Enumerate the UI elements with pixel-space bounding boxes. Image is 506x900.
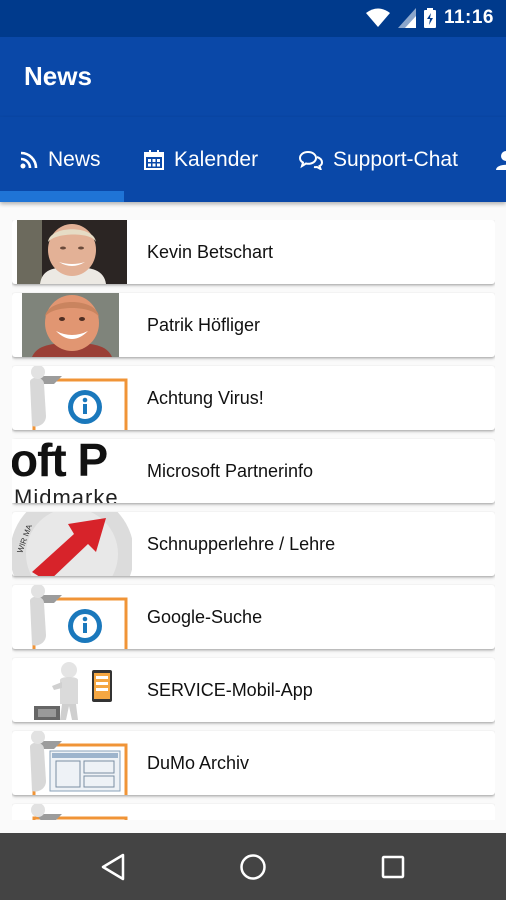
home-button[interactable] [223, 833, 283, 900]
signal-icon [397, 8, 416, 28]
thumbnail: WIR MA [12, 512, 132, 576]
news-item[interactable]: Achtung Virus! [12, 366, 495, 430]
calendar-icon [144, 149, 164, 170]
tab-label: Support-Chat [333, 147, 458, 171]
news-item[interactable] [12, 804, 495, 820]
battery-icon [423, 8, 436, 28]
news-list[interactable]: Kevin Betschart Patrik Höfliger Achtung … [12, 220, 495, 820]
news-item-title: Kevin Betschart [147, 242, 274, 262]
thumb-logo-text: oft P [12, 439, 108, 486]
news-item-title: Schnupperlehre / Lehre [147, 534, 336, 554]
thumbnail [12, 658, 132, 722]
news-item-title: Microsoft Partnerinfo [147, 461, 314, 481]
thumbnail [12, 293, 132, 357]
tab-label: News [48, 147, 101, 171]
app-bar: News [0, 37, 506, 117]
thumbnail [12, 804, 132, 820]
tab-kalender[interactable]: Kalender [144, 117, 258, 202]
news-item[interactable]: DuMo Archiv [12, 731, 495, 795]
news-item[interactable]: Kevin Betschart [12, 220, 495, 284]
tab-person[interactable] [496, 117, 506, 202]
clock: 11:16 [443, 7, 494, 28]
news-item[interactable]: Patrik Höfliger [12, 293, 495, 357]
chat-icon [299, 150, 323, 170]
news-item-title: DuMo Archiv [147, 753, 250, 773]
recents-icon [381, 855, 405, 878]
thumbnail [12, 585, 132, 649]
wifi-icon [365, 8, 390, 27]
navigation-bar [0, 833, 506, 900]
recents-button[interactable] [363, 833, 423, 900]
news-item-title: Achtung Virus! [147, 388, 264, 408]
back-icon [101, 853, 125, 880]
news-item[interactable]: WIR MA Schnupperlehre / Lehre [12, 512, 495, 576]
news-item-title: Patrik Höfliger [147, 315, 261, 335]
news-item[interactable]: oft P Midmarke Microsoft Partnerinfo [12, 439, 495, 503]
news-item[interactable]: SERVICE-Mobil-App [12, 658, 495, 722]
tab-indicator [0, 191, 124, 202]
tab-label: Kalender [174, 147, 259, 171]
news-item[interactable]: Google-Suche [12, 585, 495, 649]
tab-news[interactable]: News [20, 117, 101, 202]
tab-bar: News Kalender Support-Chat [0, 117, 506, 202]
tab-support-chat[interactable]: Support-Chat [299, 117, 458, 202]
home-icon [240, 853, 266, 880]
news-item-title: SERVICE-Mobil-App [147, 680, 313, 700]
status-bar: 11:16 [0, 0, 506, 37]
thumbnail [12, 220, 132, 284]
rss-icon [20, 151, 38, 168]
page-title: News [24, 61, 92, 91]
thumbnail [12, 366, 132, 430]
thumbnail: oft P Midmarke [12, 439, 132, 503]
news-item-title: Google-Suche [147, 607, 263, 627]
thumb-logo-subtext: Midmarke [14, 485, 119, 503]
person-icon [496, 150, 506, 170]
thumbnail [12, 731, 132, 795]
back-button[interactable] [83, 833, 143, 900]
